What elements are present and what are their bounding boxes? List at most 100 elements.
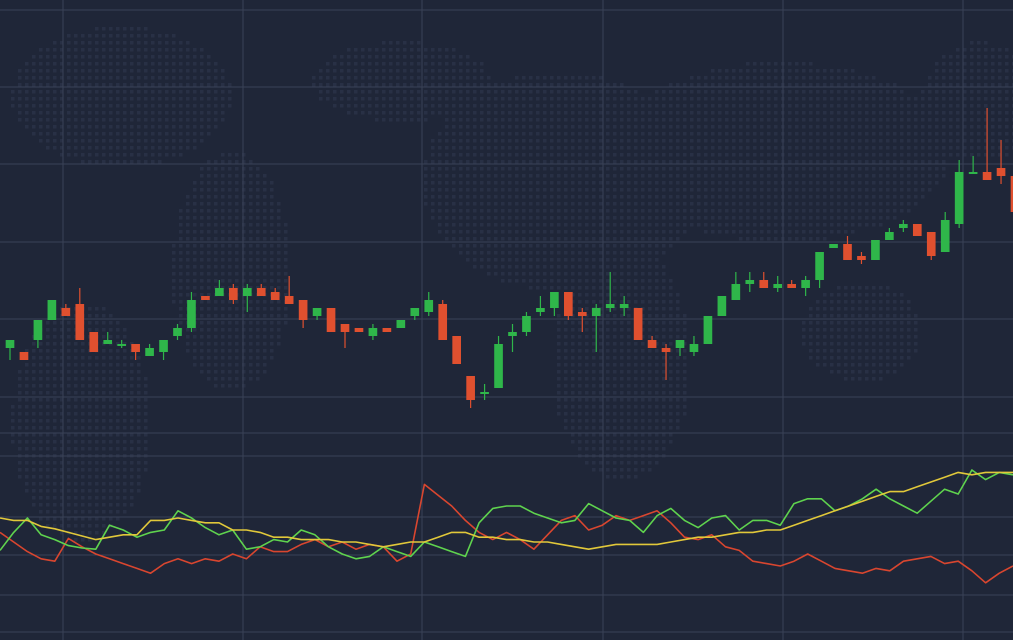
map-dot [522,111,526,115]
map-dot [137,104,141,108]
map-dot [914,97,918,101]
map-dot [872,195,876,199]
map-dot [585,111,589,115]
map-dot [627,181,631,185]
map-dot [214,370,218,374]
map-dot [88,83,92,87]
map-dot [473,160,477,164]
map-dot [529,216,533,220]
candle-body [47,300,57,320]
map-dot [25,440,29,444]
map-dot [123,440,127,444]
map-dot [711,139,715,143]
map-dot [18,69,22,73]
map-dot [844,370,848,374]
map-dot [886,153,890,157]
map-dot [123,370,127,374]
map-dot [599,167,603,171]
map-dot [186,69,190,73]
map-dot [32,384,36,388]
map-dot [1005,62,1009,66]
map-dot [823,300,827,304]
map-dot [431,111,435,115]
map-dot [718,83,722,87]
map-dot [634,272,638,276]
map-dot [543,251,547,255]
map-dot [487,230,491,234]
map-dot [522,160,526,164]
map-dot [949,125,953,129]
map-dot [207,174,211,178]
map-dot [998,118,1002,122]
map-dot [18,97,22,101]
map-dot [634,377,638,381]
map-dot [116,27,120,31]
map-dot [718,216,722,220]
map-dot [452,160,456,164]
candle [968,156,978,174]
map-dot [627,384,631,388]
map-dot [25,125,29,129]
map-dot [207,363,211,367]
map-dot [634,461,638,465]
map-dot [424,181,428,185]
map-dot [641,426,645,430]
map-dot [368,76,372,80]
map-dot [648,391,652,395]
map-dot [536,181,540,185]
map-dot [564,174,568,178]
map-dot [375,76,379,80]
map-dot [620,412,624,416]
map-dot [753,174,757,178]
map-dot [816,209,820,213]
map-dot [648,279,652,283]
map-dot [823,321,827,325]
map-dot [179,223,183,227]
map-dot [347,48,351,52]
map-dot [235,237,239,241]
map-dot [165,139,169,143]
map-dot [767,202,771,206]
map-dot [235,153,239,157]
candle [270,288,280,300]
map-dot [907,97,911,101]
map-dot [767,76,771,80]
map-dot [865,104,869,108]
map-dot [739,97,743,101]
map-dot [179,286,183,290]
map-dot [186,146,190,150]
map-dot [39,447,43,451]
map-dot [1005,118,1009,122]
map-dot [669,356,673,360]
map-dot [130,412,134,416]
map-dot [823,153,827,157]
map-dot [851,76,855,80]
map-dot [102,97,106,101]
map-dot [389,83,393,87]
map-dot [340,76,344,80]
map-dot [221,237,225,241]
map-dot [599,104,603,108]
map-dot [872,286,876,290]
map-dot [130,363,134,367]
map-dot [39,398,43,402]
map-dot [767,139,771,143]
map-dot [368,104,372,108]
map-dot [256,335,260,339]
map-dot [151,139,155,143]
map-dot [571,153,575,157]
map-dot [620,447,624,451]
candle [410,308,420,320]
map-dot [662,398,666,402]
map-dot [802,195,806,199]
map-dot [228,209,232,213]
map-dot [809,167,813,171]
map-dot [151,41,155,45]
map-dot [508,146,512,150]
map-dot [865,167,869,171]
map-dot [571,321,575,325]
map-dot [662,97,666,101]
map-dot [11,412,15,416]
map-dot [578,398,582,402]
map-dot [900,342,904,346]
